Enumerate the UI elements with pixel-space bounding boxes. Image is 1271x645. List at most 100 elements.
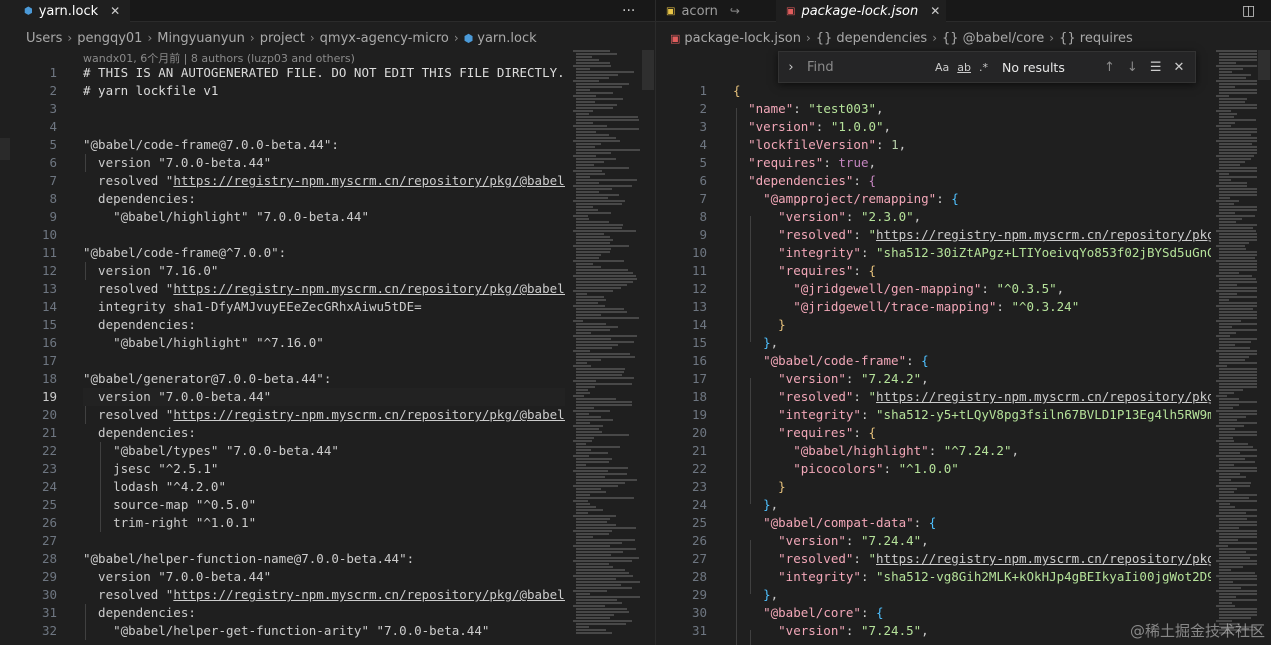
code-line[interactable]: 29 }, xyxy=(692,586,1211,604)
code-line[interactable]: 32 "@babel/helper-get-function-arity" "7… xyxy=(42,622,565,640)
split-editor-icon[interactable]: ◫ xyxy=(1242,0,1255,22)
next-match-arrow-down-icon[interactable]: ↓ xyxy=(1127,60,1138,75)
code-line[interactable]: 2 # yarn lockfile v1 xyxy=(49,82,565,100)
breadcrumb-item[interactable]: qmyx-agency-micro xyxy=(320,31,449,46)
code-line[interactable]: 24 }, xyxy=(692,496,1211,514)
code-line[interactable]: 17 "version": "7.24.2", xyxy=(692,370,1211,388)
whole-word-toggle[interactable]: ab xyxy=(957,61,971,74)
breadcrumb-item[interactable]: package-lock.json xyxy=(684,31,801,46)
code-token[interactable]: https://registry-npm.myscrm.cn/repositor… xyxy=(173,281,565,296)
code-token[interactable]: https://registry-npm.myscrm.cn/repositor… xyxy=(173,173,565,188)
code-token[interactable]: https://registry-npm.myscrm.cn/repositor… xyxy=(173,407,565,422)
code-line[interactable]: 30 resolved "https://registry-npm.myscrm… xyxy=(42,586,565,604)
code-line[interactable]: 7 "@ampproject/remapping": { xyxy=(699,190,1211,208)
more-actions-icon[interactable]: ··· xyxy=(622,0,635,22)
code-line[interactable]: 20 "requires": { xyxy=(692,424,1211,442)
code-line[interactable]: 18 "resolved": "https://registry-npm.mys… xyxy=(692,388,1211,406)
vertical-scrollbar[interactable] xyxy=(641,50,655,645)
code-line[interactable]: 5 "requires": true, xyxy=(699,154,1211,172)
code-line[interactable]: 3 xyxy=(49,100,565,118)
previous-match-arrow-up-icon[interactable]: ↑ xyxy=(1104,60,1115,75)
code-line[interactable]: 7 resolved "https://registry-npm.myscrm.… xyxy=(49,172,565,190)
toggle-replace-chevron-icon[interactable]: › xyxy=(779,60,803,75)
code-line[interactable]: 17 xyxy=(42,352,565,370)
code-editor[interactable]: 1 # THIS IS AN AUTOGENERATED FILE. DO NOT… xyxy=(42,64,565,645)
breadcrumb-item[interactable]: {} requires xyxy=(1059,31,1133,46)
vertical-scrollbar[interactable] xyxy=(1257,50,1271,645)
find-in-selection-icon[interactable]: ☰ xyxy=(1150,60,1162,75)
code-line[interactable]: 22 "@babel/types" "7.0.0-beta.44" xyxy=(42,442,565,460)
breadcrumb-item[interactable]: yarn.lock xyxy=(477,31,536,46)
code-line[interactable]: 11 "@babel/code-frame@^7.0.0": xyxy=(42,244,565,262)
match-case-toggle[interactable]: Aa xyxy=(935,61,949,74)
code-line[interactable]: 13 resolved "https://registry-npm.myscrm… xyxy=(42,280,565,298)
code-token[interactable]: https://registry-npm.myscrm.cn/repositor… xyxy=(876,389,1211,404)
code-line[interactable]: 27 xyxy=(42,532,565,550)
close-icon[interactable]: ✕ xyxy=(110,4,120,18)
breadcrumb-item[interactable]: {} @babel/core xyxy=(942,31,1044,46)
code-line[interactable]: 21 "@babel/highlight": "^7.24.2", xyxy=(692,442,1211,460)
tab-package-lock-json[interactable]: ▣ package-lock.json ✕ xyxy=(776,0,946,22)
minimap[interactable] xyxy=(573,50,648,645)
breadcrumb-item[interactable]: Users xyxy=(26,31,62,46)
code-line[interactable]: 31 dependencies: xyxy=(42,604,565,622)
code-line[interactable]: 25 source-map "^0.5.0" xyxy=(42,496,565,514)
tab-acorn[interactable]: ▣ acorn ↪ xyxy=(666,0,778,22)
pin-icon[interactable]: ↪ xyxy=(730,4,740,18)
code-line[interactable]: 24 lodash "^4.2.0" xyxy=(42,478,565,496)
code-line[interactable]: 18 "@babel/generator@7.0.0-beta.44": xyxy=(42,370,565,388)
find-input[interactable] xyxy=(803,56,927,78)
breadcrumb-item[interactable]: Mingyuanyun xyxy=(157,31,245,46)
tab-yarn-lock[interactable]: ⬢ yarn.lock ✕ xyxy=(0,0,130,22)
code-line[interactable]: 28 "integrity": "sha512-vg8Gih2MLK+kOkHJ… xyxy=(692,568,1211,586)
code-line[interactable]: 15 dependencies: xyxy=(42,316,565,334)
code-line[interactable]: 6 "dependencies": { xyxy=(699,172,1211,190)
code-line[interactable]: 14 integrity sha1-DfyAMJvuyEEeZecGRhxAiw… xyxy=(42,298,565,316)
code-line[interactable]: 12 "@jridgewell/gen-mapping": "^0.3.5", xyxy=(692,280,1211,298)
code-line[interactable]: 28 "@babel/helper-function-name@7.0.0-bet… xyxy=(42,550,565,568)
code-line[interactable]: 2 "name": "test003", xyxy=(699,100,1211,118)
code-token[interactable]: https://registry-npm.myscrm.cn/repositor… xyxy=(876,227,1211,242)
code-line[interactable]: 4 xyxy=(49,118,565,136)
code-line[interactable]: 10 xyxy=(42,226,565,244)
breadcrumb-item[interactable]: pengqy01 xyxy=(77,31,142,46)
scrollbar-thumb[interactable] xyxy=(1258,50,1270,80)
code-line[interactable]: 27 "resolved": "https://registry-npm.mys… xyxy=(692,550,1211,568)
breadcrumb-item[interactable]: project xyxy=(260,31,305,46)
code-line[interactable]: 4 "lockfileVersion": 1, xyxy=(699,136,1211,154)
code-line[interactable]: 14 } xyxy=(692,316,1211,334)
code-line[interactable]: 9 "@babel/highlight" "7.0.0-beta.44" xyxy=(49,208,565,226)
close-icon[interactable]: ✕ xyxy=(930,4,940,18)
breadcrumb-item[interactable]: {} dependencies xyxy=(816,31,927,46)
code-line[interactable]: 8 "version": "2.3.0", xyxy=(699,208,1211,226)
code-line[interactable]: 20 resolved "https://registry-npm.myscrm… xyxy=(42,406,565,424)
code-line[interactable]: 26 "version": "7.24.4", xyxy=(692,532,1211,550)
code-line[interactable]: 25 "@babel/compat-data": { xyxy=(692,514,1211,532)
code-line[interactable]: 29 version "7.0.0-beta.44" xyxy=(42,568,565,586)
code-line[interactable]: 26 trim-right "^1.0.1" xyxy=(42,514,565,532)
code-line[interactable]: 6 version "7.0.0-beta.44" xyxy=(49,154,565,172)
code-line[interactable]: 5 "@babel/code-frame@7.0.0-beta.44": xyxy=(49,136,565,154)
code-line[interactable]: 19 version "7.0.0-beta.44" xyxy=(42,388,565,406)
code-line[interactable]: 1{ xyxy=(699,82,1211,100)
code-line[interactable]: 3 "version": "1.0.0", xyxy=(699,118,1211,136)
code-token[interactable]: https://registry-npm.myscrm.cn/repositor… xyxy=(876,551,1211,566)
code-line[interactable]: 15 }, xyxy=(692,334,1211,352)
code-token[interactable]: https://registry-npm.myscrm.cn/repositor… xyxy=(173,587,565,602)
code-line[interactable]: 13 "@jridgewell/trace-mapping": "^0.3.24… xyxy=(692,298,1211,316)
code-line[interactable]: 23 } xyxy=(692,478,1211,496)
code-line[interactable]: 10 "integrity": "sha512-30iZtAPgz+LTIYoe… xyxy=(692,244,1211,262)
code-line[interactable]: 23 jsesc "^2.5.1" xyxy=(42,460,565,478)
code-editor[interactable]: 1{2 "name": "test003", 3 "version": "1.0.… xyxy=(692,82,1211,645)
code-line[interactable]: 1 # THIS IS AN AUTOGENERATED FILE. DO NOT… xyxy=(49,64,565,82)
regex-toggle[interactable]: .* xyxy=(979,61,988,74)
code-line[interactable]: 21 dependencies: xyxy=(42,424,565,442)
code-line[interactable]: 11 "requires": { xyxy=(692,262,1211,280)
code-line[interactable]: 22 "picocolors": "^1.0.0" xyxy=(692,460,1211,478)
code-line[interactable]: 8 dependencies: xyxy=(49,190,565,208)
scrollbar-thumb[interactable] xyxy=(642,50,654,90)
code-line[interactable]: 16 "@babel/code-frame": { xyxy=(692,352,1211,370)
code-line[interactable]: 16 "@babel/highlight" "^7.16.0" xyxy=(42,334,565,352)
code-line[interactable]: 9 "resolved": "https://registry-npm.mysc… xyxy=(699,226,1211,244)
code-line[interactable]: 19 "integrity": "sha512-y5+tLQyV8pg3fsil… xyxy=(692,406,1211,424)
